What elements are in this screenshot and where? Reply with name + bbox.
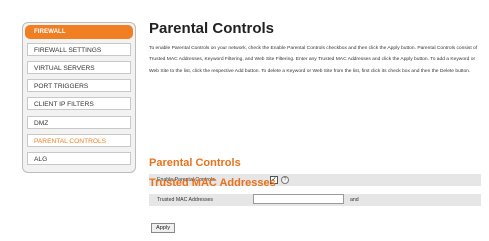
page-title: Parental Controls: [149, 20, 275, 37]
trusted-mac-label: Trusted MAC Addresses: [157, 197, 214, 203]
help-icon[interactable]: ?: [281, 176, 289, 184]
sidebar-header-firewall[interactable]: FIREWALL: [25, 25, 133, 39]
sidebar-item-firewall-settings[interactable]: FIREWALL SETTINGS: [27, 43, 131, 56]
trusted-mac-row: Trusted MAC Addresses and: [149, 194, 481, 206]
trusted-mac-suffix: and: [350, 197, 359, 203]
trusted-mac-input[interactable]: [253, 194, 344, 204]
apply-button[interactable]: Apply: [151, 223, 175, 233]
sidebar-item-virtual-servers[interactable]: VIRTUAL SERVERS: [27, 61, 131, 74]
sidebar: FIREWALL FIREWALL SETTINGS VIRTUAL SERVE…: [22, 22, 136, 173]
parental-controls-section-title: Parental Controls: [149, 157, 241, 169]
sidebar-item-port-triggers[interactable]: PORT TRIGGERS: [27, 79, 131, 92]
trusted-mac-section-title: Trusted MAC Addresses: [149, 177, 276, 189]
sidebar-item-alg[interactable]: ALG: [27, 152, 131, 165]
sidebar-item-client-ip-filters[interactable]: CLIENT IP FILTERS: [27, 97, 131, 110]
sidebar-item-parental-controls[interactable]: PARENTAL CONTROLS: [27, 134, 131, 147]
page-description: To enable Parental Controls on your netw…: [149, 46, 478, 74]
sidebar-item-dmz[interactable]: DMZ: [27, 116, 131, 129]
